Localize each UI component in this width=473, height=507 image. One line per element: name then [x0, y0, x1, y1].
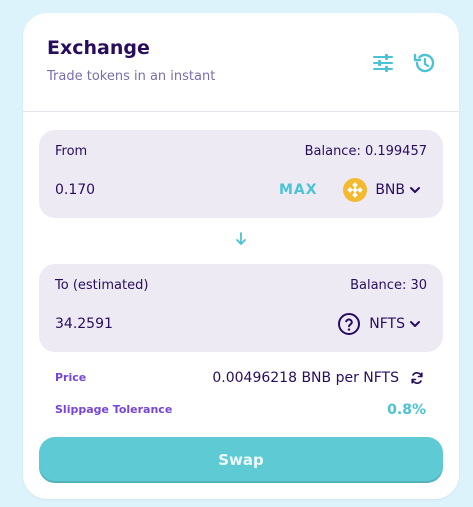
price-label: Price	[55, 371, 87, 384]
slippage-label: Slippage Tolerance	[55, 403, 173, 416]
exchange-card: Exchange Trade tokens in an instant From…	[23, 13, 459, 499]
chevron-down-icon	[410, 187, 420, 193]
switch-direction-icon[interactable]	[234, 231, 248, 247]
to-balance: Balance: 30	[350, 278, 427, 293]
sliders-icon[interactable]	[371, 51, 395, 75]
page-subtitle: Trade tokens in an instant	[47, 69, 216, 84]
page-title: Exchange	[47, 37, 150, 59]
slippage-value[interactable]: 0.8%	[387, 402, 426, 418]
from-panel: From Balance: 0.199457 0.170 MAX BNB	[39, 130, 443, 218]
from-token-select[interactable]: BNB	[343, 177, 421, 203]
from-token-name: BNB	[375, 182, 405, 198]
to-token-select[interactable]: NFTS	[337, 311, 421, 337]
from-label: From	[55, 144, 88, 159]
max-button[interactable]: MAX	[279, 182, 318, 198]
price-value: 0.00496218 BNB per NFTS	[212, 370, 399, 386]
history-icon[interactable]	[412, 51, 436, 75]
exchange-header: Exchange Trade tokens in an instant	[23, 13, 459, 112]
to-token-name: NFTS	[369, 316, 405, 332]
bnb-icon	[343, 178, 368, 202]
from-balance: Balance: 0.199457	[304, 144, 427, 159]
from-amount-input[interactable]: 0.170	[55, 182, 95, 198]
to-amount-input[interactable]: 34.2591	[55, 316, 113, 332]
chevron-down-icon	[410, 321, 420, 327]
question-circle-icon	[338, 313, 361, 335]
refresh-icon[interactable]	[409, 370, 425, 386]
swap-button[interactable]: Swap	[39, 437, 443, 483]
to-panel: To (estimated) Balance: 30 34.2591 NFTS	[39, 264, 443, 352]
to-label: To (estimated)	[55, 278, 149, 293]
